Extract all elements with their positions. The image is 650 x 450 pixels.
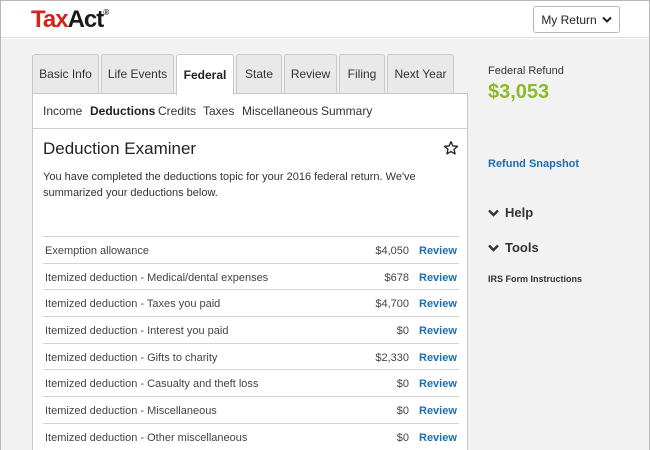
- deduction-panel: Income Deductions Credits Taxes Miscella…: [32, 93, 468, 450]
- review-link[interactable]: Review: [419, 352, 457, 364]
- row-amount: $0: [396, 378, 409, 391]
- tab-review[interactable]: Review: [284, 54, 337, 93]
- review-link[interactable]: Review: [419, 405, 457, 417]
- chevron-down-icon: [488, 244, 499, 252]
- review-link[interactable]: Review: [419, 432, 457, 444]
- row-label: Itemized deduction - Interest you paid: [45, 325, 229, 338]
- refund-amount: $3,053: [488, 81, 550, 103]
- tab-state[interactable]: State: [236, 54, 282, 93]
- row-amount: $2,330: [375, 351, 409, 364]
- tab-label: Federal: [183, 68, 227, 82]
- chevron-down-icon: [488, 209, 499, 217]
- row-label: Itemized deduction - Taxes you paid: [45, 298, 221, 311]
- row-label: Itemized deduction - Miscellaneous: [45, 405, 217, 418]
- review-link[interactable]: Review: [419, 325, 457, 337]
- tab-label: Review: [290, 67, 331, 81]
- top-header: TaxAct® My Return: [1, 1, 649, 38]
- my-return-button[interactable]: My Return: [533, 6, 620, 33]
- table-row: Itemized deduction - Other miscellaneous…: [43, 422, 459, 450]
- taxact-logo[interactable]: TaxAct®: [31, 6, 109, 34]
- table-row: Itemized deduction - Miscellaneous $0 Revi…: [43, 396, 459, 423]
- row-label: Itemized deduction - Casualty and theft …: [45, 378, 259, 391]
- irs-form-instructions-link[interactable]: IRS Form Instructions: [488, 274, 582, 284]
- subnav-deductions[interactable]: Deductions: [90, 104, 155, 118]
- row-amount: $0: [396, 405, 409, 418]
- subnav-taxes[interactable]: Taxes: [203, 104, 234, 118]
- star-icon[interactable]: [443, 140, 459, 156]
- table-row: Itemized deduction - Medical/dental expe…: [43, 262, 459, 290]
- subnav-miscellaneous[interactable]: Miscellaneous: [242, 104, 318, 118]
- table-row: Itemized deduction - Casualty and theft …: [43, 369, 459, 396]
- logo-tax: Tax: [31, 6, 69, 33]
- deduction-table: Exemption allowance $4,050 Review Itemized…: [43, 236, 459, 450]
- row-amount: $0: [396, 431, 409, 444]
- row-amount: $4,050: [375, 245, 409, 257]
- row-label: Itemized deduction - Gifts to charity: [45, 351, 218, 364]
- table-row: Itemized deduction - Interest you paid $0…: [43, 316, 459, 343]
- row-amount: $678: [384, 271, 409, 284]
- review-link[interactable]: Review: [419, 298, 457, 310]
- table-row: Exemption allowance $4,050 Review: [43, 236, 459, 263]
- subnav-credits[interactable]: Credits: [158, 104, 196, 118]
- tab-filing[interactable]: Filing: [339, 54, 385, 93]
- tab-basic-info[interactable]: Basic Info: [32, 54, 99, 93]
- tab-label: Basic Info: [39, 67, 92, 81]
- tab-label: State: [244, 67, 274, 81]
- logo-act: Act: [67, 6, 105, 33]
- review-link[interactable]: Review: [419, 272, 457, 284]
- review-link[interactable]: Review: [419, 378, 457, 390]
- help-label: Help: [505, 205, 534, 220]
- tab-label: Life Events: [107, 67, 168, 81]
- row-label: Itemized deduction - Medical/dental expe…: [45, 271, 269, 284]
- refund-label: Federal Refund: [488, 65, 564, 77]
- subnav-summary[interactable]: Summary: [321, 104, 372, 118]
- subnav-income[interactable]: Income: [43, 104, 82, 118]
- tools-toggle[interactable]: Tools: [488, 240, 539, 255]
- row-label: Exemption allowance: [45, 245, 149, 257]
- help-toggle[interactable]: Help: [488, 205, 533, 220]
- page-title: Deduction Examiner: [43, 139, 197, 158]
- tab-label: Next Year: [394, 67, 447, 81]
- table-row: Itemized deduction - Gifts to charity $2,…: [43, 342, 459, 370]
- review-link[interactable]: Review: [419, 245, 457, 257]
- table-row: Itemized deduction - Taxes you paid $4,70…: [43, 289, 459, 316]
- tab-next-year[interactable]: Next Year: [387, 54, 454, 93]
- tab-life-events[interactable]: Life Events: [101, 54, 174, 93]
- sub-navigation: Income Deductions Credits Taxes Miscella…: [33, 94, 467, 129]
- row-label: Itemized deduction - Other miscellaneous: [45, 431, 248, 444]
- row-amount: $0: [396, 325, 409, 338]
- tab-federal[interactable]: Federal: [176, 54, 234, 95]
- tab-label: Filing: [347, 67, 377, 81]
- intro-text: You have completed the deductions topic …: [43, 171, 416, 199]
- row-amount: $4,700: [375, 298, 409, 311]
- my-return-label: My Return: [541, 12, 597, 27]
- refund-snapshot-link[interactable]: Refund Snapshot: [488, 158, 579, 170]
- tools-label: Tools: [505, 240, 539, 255]
- logo-registered-mark: ®: [103, 8, 109, 17]
- chevron-down-icon: [601, 16, 612, 23]
